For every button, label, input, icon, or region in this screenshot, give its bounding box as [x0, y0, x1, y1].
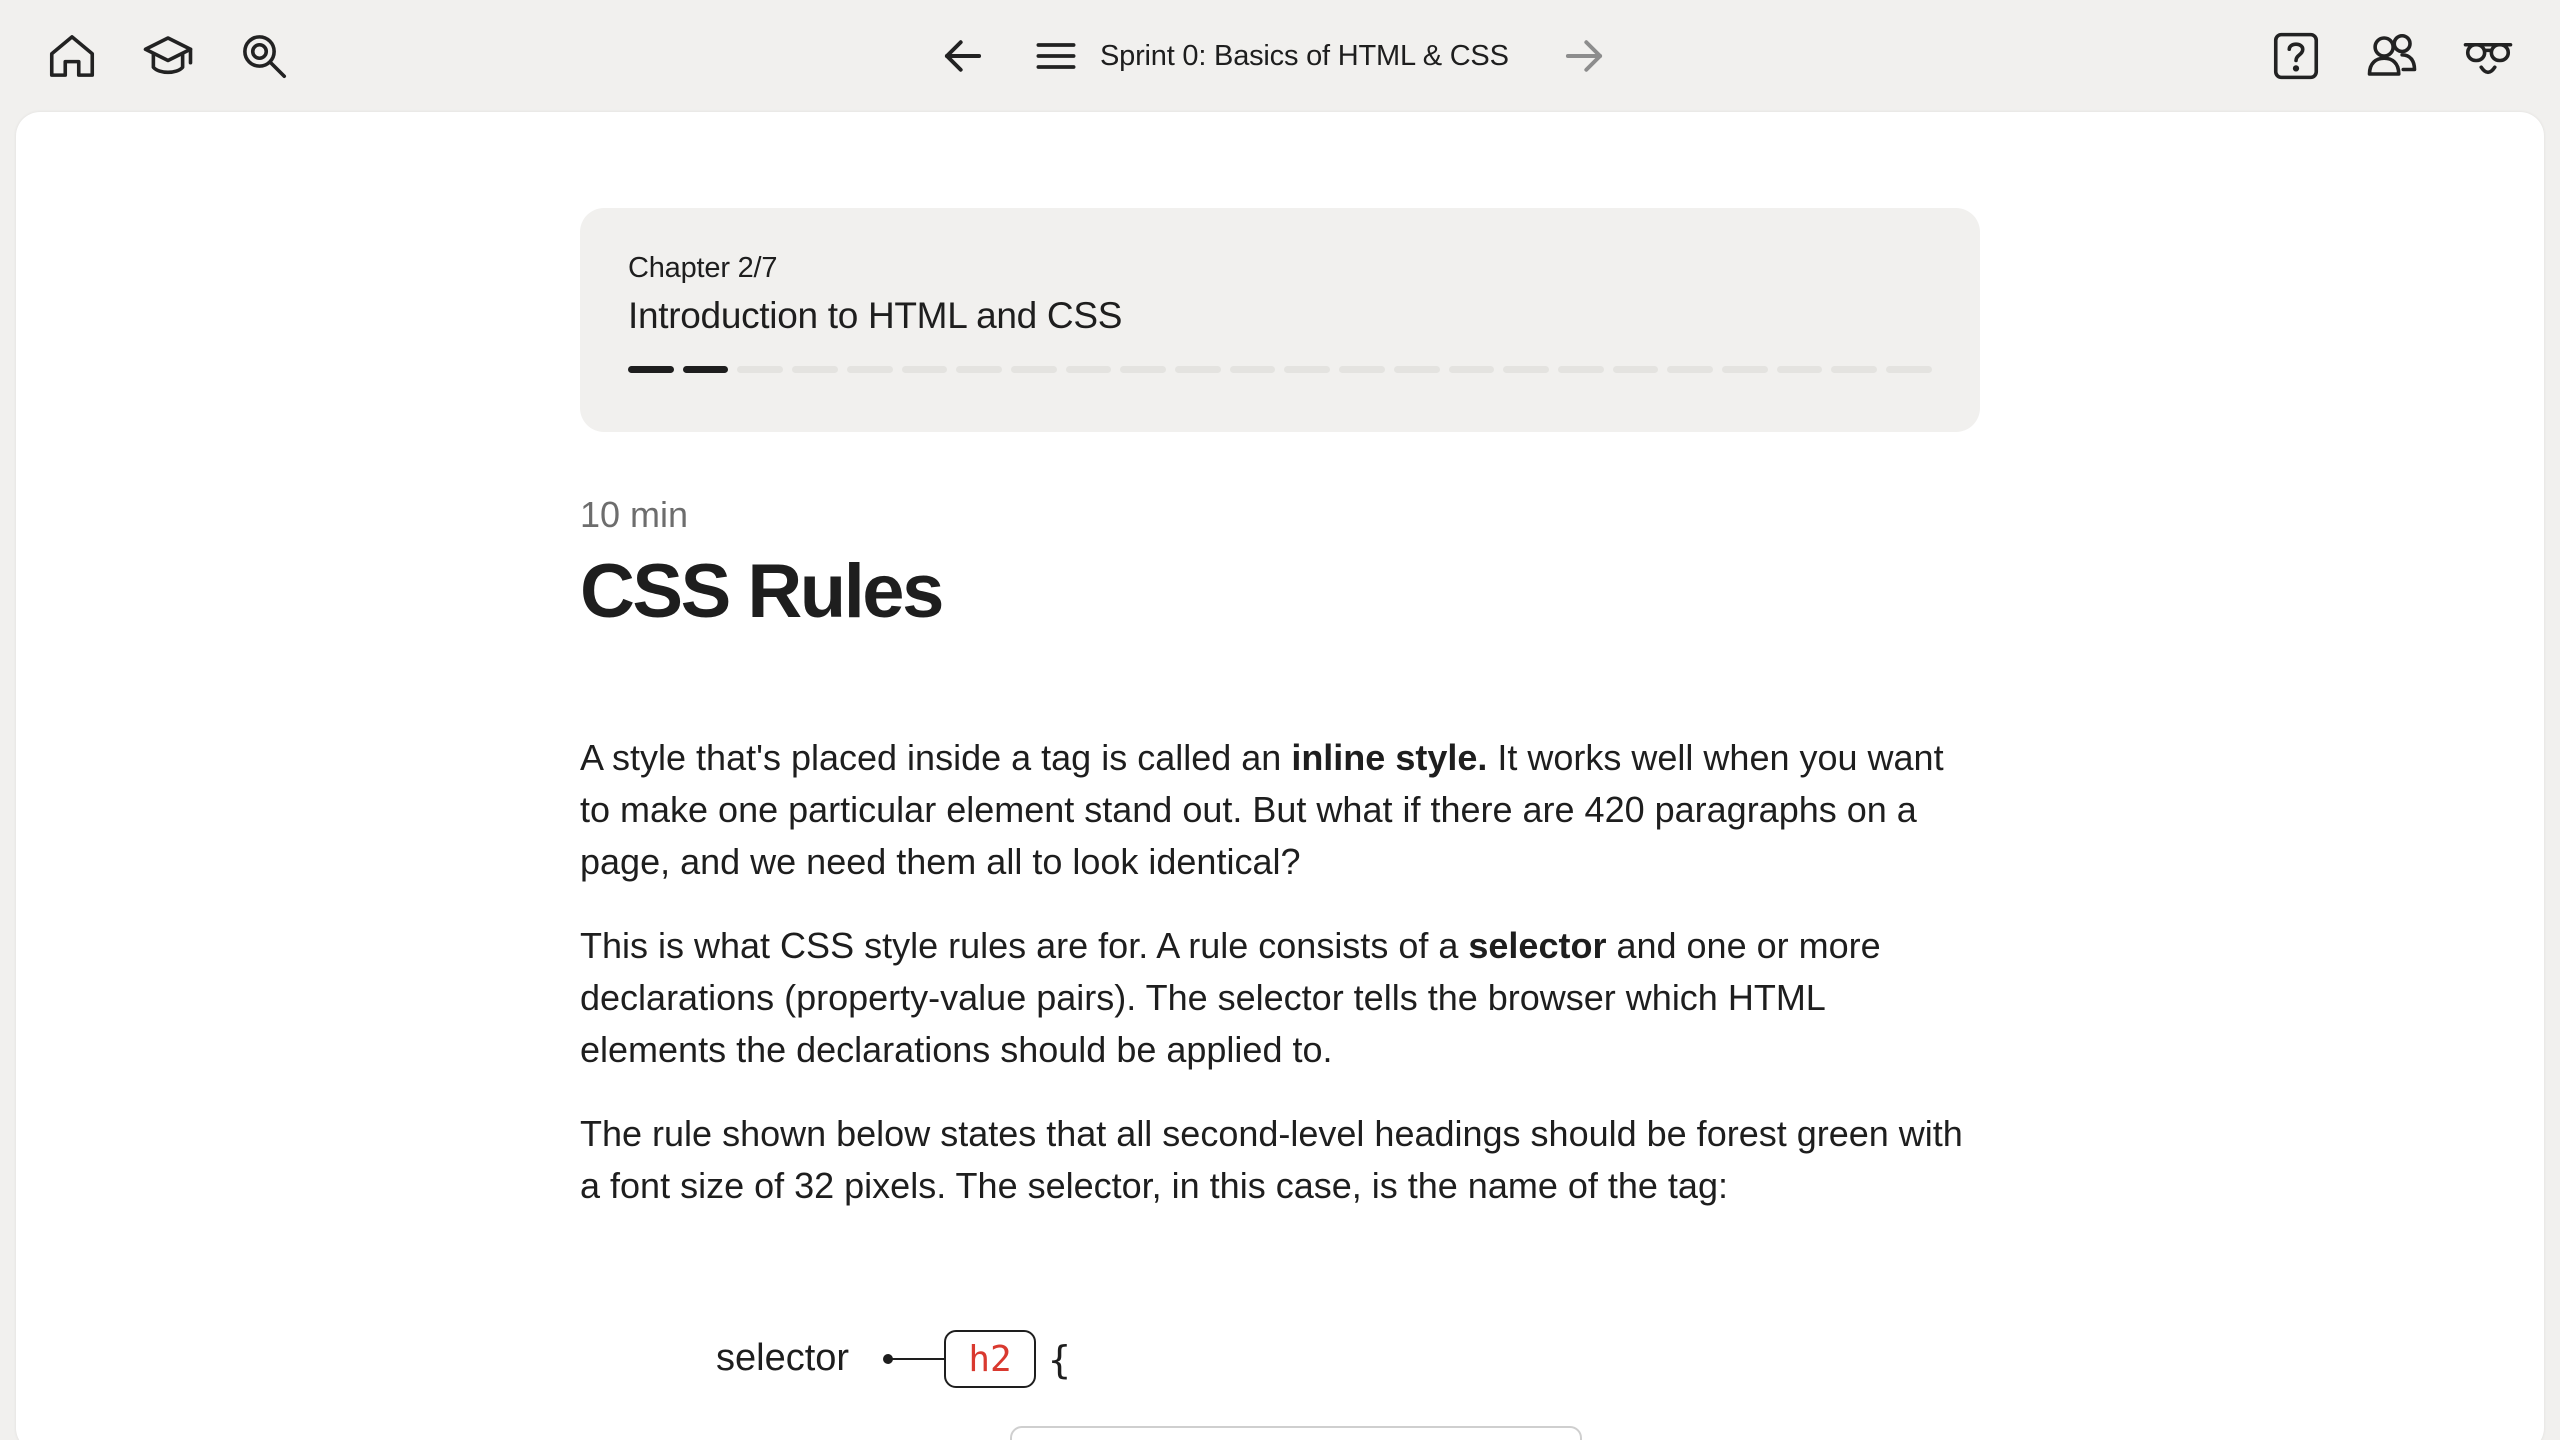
progress-segment [1503, 366, 1549, 373]
progress-segment [1284, 366, 1331, 373]
lesson-body: A style that's placed inside a tag is ca… [580, 732, 1980, 1244]
search-icon[interactable] [234, 26, 294, 86]
help-icon[interactable] [2266, 26, 2326, 86]
connector-line [883, 1354, 944, 1364]
progress-segment [846, 366, 893, 373]
progress-segment [1722, 366, 1768, 373]
progress-segment [1339, 366, 1385, 373]
declaration-box [1010, 1426, 1582, 1440]
chapter-progress [628, 366, 1932, 373]
chapter-card[interactable]: Chapter 2/7 Introduction to HTML and CSS [580, 208, 1980, 432]
progress-segment [1393, 366, 1440, 373]
lesson-title: CSS Rules [580, 549, 944, 634]
selector-label: selector [716, 1337, 850, 1379]
paragraph: The rule shown below states that all sec… [580, 1113, 1963, 1206]
progress-segment [956, 366, 1002, 373]
progress-segment [1831, 366, 1878, 373]
progress-segment [1065, 366, 1112, 373]
progress-segment [1667, 366, 1714, 373]
menu-icon[interactable] [1034, 34, 1078, 78]
paragraph: A style that's placed inside a tag is ca… [580, 737, 1944, 882]
progress-segment [628, 366, 674, 373]
progress-segment [1886, 366, 1932, 373]
progress-segment [737, 366, 784, 373]
open-brace: { [1048, 1338, 1071, 1382]
progress-segment [1557, 366, 1604, 373]
top-bar: Sprint 0: Basics of HTML & CSS [0, 0, 2560, 112]
sprint-title[interactable]: Sprint 0: Basics of HTML & CSS [1100, 40, 1509, 73]
progress-segment [901, 366, 948, 373]
chapter-title: Introduction to HTML and CSS [628, 295, 1123, 336]
paragraph: This is what CSS style rules are for. A … [580, 925, 1881, 1070]
progress-segment [1010, 366, 1057, 373]
progress-segment [682, 366, 729, 373]
css-rule-diagram: selector h2 { [580, 1330, 1980, 1440]
progress-segment [1612, 366, 1659, 373]
lesson-navigation: Sprint 0: Basics of HTML & CSS [940, 26, 1607, 86]
graduation-cap-icon[interactable] [138, 26, 198, 86]
progress-segment [1776, 366, 1823, 373]
back-arrow-icon[interactable] [940, 33, 986, 79]
community-icon[interactable] [2362, 26, 2422, 86]
chapter-number: Chapter 2/7 [628, 252, 778, 284]
lesson-duration: 10 min [580, 494, 689, 535]
reviewer-icon[interactable] [2458, 26, 2518, 86]
lesson-content: Chapter 2/7 Introduction to HTML and CSS… [16, 112, 2544, 1440]
progress-segment [1229, 366, 1276, 373]
home-icon[interactable] [42, 26, 102, 86]
forward-arrow-icon[interactable] [1561, 33, 1607, 79]
progress-segment [1120, 366, 1167, 373]
progress-segment [1448, 366, 1495, 373]
selector-code: h2 [944, 1330, 1036, 1388]
progress-segment [1175, 366, 1221, 373]
progress-segment [792, 366, 838, 373]
